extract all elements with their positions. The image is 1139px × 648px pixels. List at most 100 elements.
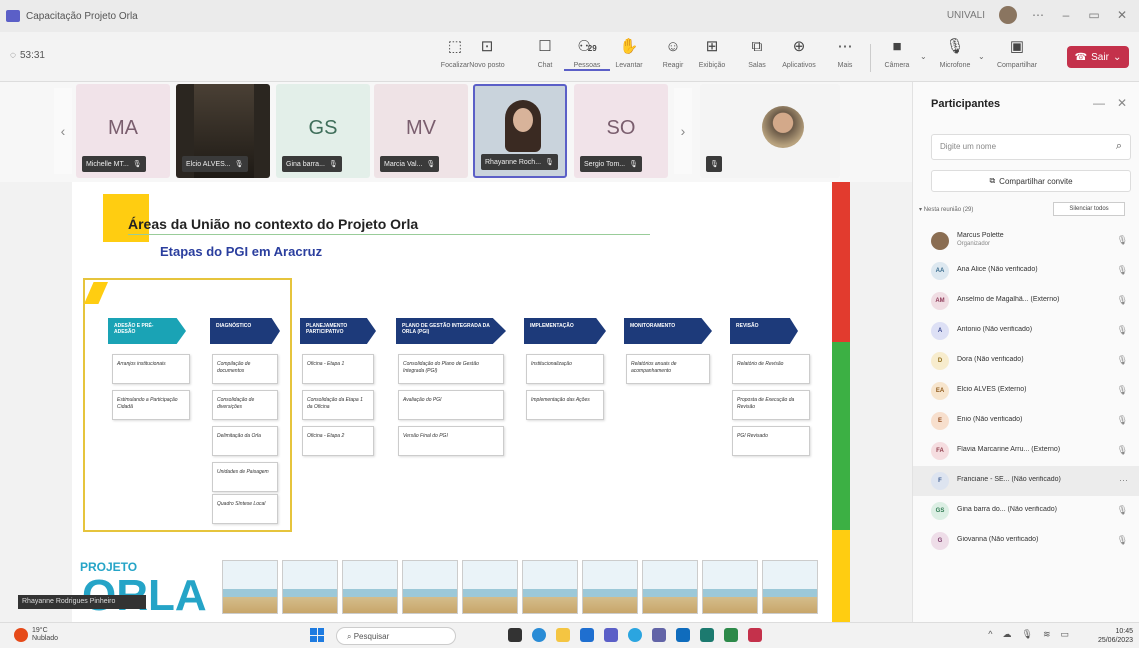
phase-header: MONITORAMENTO [624, 318, 712, 344]
chat-icon: ☐ [538, 38, 552, 55]
weather-widget[interactable]: 19°C Nublado [32, 627, 58, 643]
participant-tile[interactable]: MA Michelle MT... 🎙 [76, 84, 170, 178]
mic-icon: 🎙 [1021, 629, 1033, 639]
taskbar-clock[interactable]: 10:45 25/06/2023 [1098, 627, 1133, 645]
mic-muted-icon: 🎙 [629, 161, 639, 168]
app-icon[interactable] [700, 628, 714, 642]
participant-tile-active-speaker[interactable]: Rhayanne Roch... 🎙 [473, 84, 567, 178]
section-header[interactable]: ▾ Nesta reunião (29) [919, 206, 973, 213]
app-icon[interactable] [724, 628, 738, 642]
mic-muted-icon: 🎙 [1116, 535, 1128, 545]
weather-icon[interactable] [14, 628, 28, 642]
new-post-button[interactable]: ⊡ Novo posto [464, 38, 510, 69]
chrome-icon[interactable] [628, 628, 642, 642]
participant-row[interactable]: AA Ana Alice (Não verificado) 🎙 [913, 256, 1139, 286]
user-avatar[interactable] [999, 6, 1017, 24]
avatar: G [931, 532, 949, 550]
teams-app-icon[interactable] [652, 628, 666, 642]
participant-search-input[interactable]: Digite um nome ⌕ [931, 134, 1131, 160]
participant-row[interactable]: F Franciane - SE... (Não verificado) ⋯ [913, 466, 1139, 496]
mic-options-chevron-icon[interactable]: ⌄ [978, 52, 985, 61]
participant-row[interactable]: EA Elcio ALVES (Externo) 🎙 [913, 376, 1139, 406]
task-view-icon[interactable] [508, 628, 522, 642]
share-screen-icon: ▣ [1009, 38, 1025, 55]
outlook-icon[interactable] [676, 628, 690, 642]
participant-name-tag: Gina barra... 🎙 [282, 156, 342, 172]
apps-button[interactable]: ⊕ Aplicativos [776, 38, 822, 69]
self-view-tile[interactable]: 🎙 [700, 84, 840, 178]
phase-header: IMPLEMENTAÇÃO [524, 318, 606, 344]
minimize-panel-icon[interactable]: — [1093, 96, 1105, 110]
shield-icon: ◌ [10, 50, 16, 61]
mute-all-button[interactable]: Silenciar todos [1053, 202, 1125, 216]
view-button[interactable]: ⊞ Exibição [689, 38, 735, 69]
mic-muted-icon: 🎙 [1116, 235, 1128, 245]
participant-row[interactable]: D Dora (Não verificado) 🎙 [913, 346, 1139, 376]
people-button[interactable]: ⚇29 Pessoas [564, 38, 610, 71]
phase-step: Delimitação da Orla [212, 426, 278, 456]
avatar [931, 232, 949, 250]
camera-options-chevron-icon[interactable]: ⌄ [920, 52, 927, 61]
window-titlebar: Capacitação Projeto Orla UNIVALI ⋯ – ▭ ✕ [0, 0, 1139, 32]
chat-button[interactable]: ☐ Chat [522, 38, 568, 69]
avatar: EA [931, 382, 949, 400]
participant-row[interactable]: AM Anselmo de Magalhã... (Externo) 🎙 [913, 286, 1139, 316]
participant-tile[interactable]: SO Sergio Tom... 🎙 [574, 84, 668, 178]
participant-name-tag: Marcia Val... 🎙 [380, 156, 440, 172]
self-mic-muted-icon: 🎙 [706, 156, 722, 172]
gallery-prev-arrow-icon[interactable]: ‹ [54, 88, 72, 174]
participant-row[interactable]: GS Gina barra do... (Não verificado) 🎙 [913, 496, 1139, 526]
phase-step: Oficina - Etapa 2 [302, 426, 374, 456]
share-button[interactable]: ▣ Compartilhar [994, 38, 1040, 69]
participant-row[interactable]: Marcus Polette Organizador 🎙 [913, 226, 1139, 256]
system-tray[interactable]: ^ ☁ 🎙 ≋ ▭ [988, 629, 1069, 640]
phase-step: Quadro Síntese Local [212, 494, 278, 524]
taskbar-search-input[interactable]: ⌕ Pesquisar [336, 627, 456, 645]
store-icon[interactable] [580, 628, 594, 642]
participant-row[interactable]: G Giovanna (Não verificado) 🎙 [913, 526, 1139, 556]
gallery-next-arrow-icon[interactable]: › [674, 88, 692, 174]
coast-illustration [282, 560, 338, 614]
phase-step: Consolidação do Plano de Gestão Integrad… [398, 354, 504, 384]
battery-icon: ▭ [1060, 629, 1069, 639]
phase-step: Relatórios anuais de acompanhamento [626, 354, 710, 384]
file-explorer-icon[interactable] [556, 628, 570, 642]
participant-tile[interactable]: GS Gina barra... 🎙 [276, 84, 370, 178]
phase-step: Avaliação do PGI [398, 390, 504, 420]
start-button-icon[interactable] [310, 628, 324, 642]
apps-icon: ⊕ [792, 38, 806, 55]
hand-icon: ✋ [619, 38, 639, 55]
people-icon: ⚇29 [577, 38, 597, 55]
teams-icon[interactable] [604, 628, 618, 642]
participant-row[interactable]: A Antonio (Não verificado) 🎙 [913, 316, 1139, 346]
phase-header: ADESÃO E PRÉ-ADESÃO [108, 318, 186, 344]
coast-illustration [402, 560, 458, 614]
participant-row[interactable]: E Enio (Não verificado) 🎙 [913, 406, 1139, 436]
mic-muted-icon: 🎙 [328, 161, 338, 168]
phase-step: Versão Final do PGI [398, 426, 504, 456]
rooms-button[interactable]: ⧉ Salas [734, 38, 780, 69]
app-icon[interactable] [748, 628, 762, 642]
participant-tile[interactable]: Elcio ALVES... 🎙 [176, 84, 270, 178]
phase-step: PGI Revisado [732, 426, 810, 456]
leave-button[interactable]: ☎ Sair ⌄ [1067, 46, 1129, 68]
participant-tile[interactable]: MV Marcia Val... 🎙 [374, 84, 468, 178]
minimize-icon[interactable]: – [1059, 8, 1073, 22]
edge-icon[interactable] [532, 628, 546, 642]
microphone-button[interactable]: 🎙 Microfone [932, 38, 978, 69]
mic-muted-icon: 🎙 [132, 161, 142, 168]
camera-button[interactable]: ■ Câmera [874, 38, 920, 69]
participant-name-tag: Michelle MT... 🎙 [82, 156, 146, 172]
share-invite-button[interactable]: ⧉ Compartilhar convite [931, 170, 1131, 192]
close-panel-icon[interactable]: ✕ [1117, 96, 1127, 110]
more-options-icon[interactable]: ⋯ [1119, 475, 1128, 486]
more-icon[interactable]: ⋯ [1031, 8, 1045, 22]
close-icon[interactable]: ✕ [1115, 8, 1129, 22]
maximize-icon[interactable]: ▭ [1087, 8, 1101, 22]
participant-row[interactable]: FA Flavia Marcarine Arru... (Externo) 🎙 [913, 436, 1139, 466]
raise-hand-button[interactable]: ✋ Levantar [606, 38, 652, 69]
more-button[interactable]: ⋯ Mais [822, 38, 868, 69]
phase-step: Institucionalização [526, 354, 604, 384]
phase-step: Consolidação da Etapa 1 da Oficina [302, 390, 374, 420]
chevron-up-icon: ^ [988, 629, 993, 639]
